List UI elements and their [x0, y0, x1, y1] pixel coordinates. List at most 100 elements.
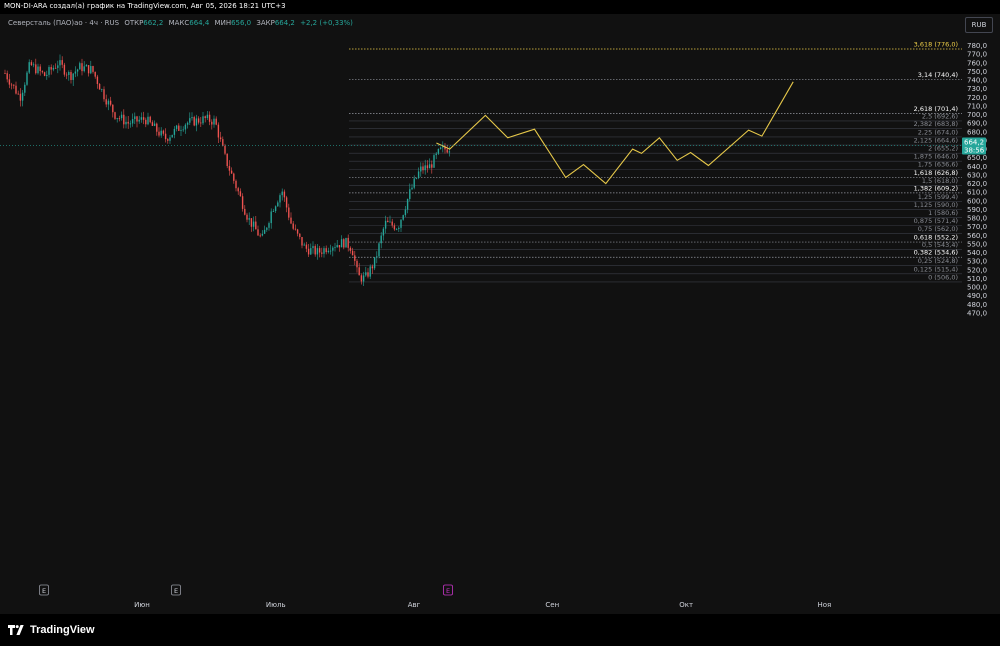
fib-level-label: 0,875 (571,4)	[914, 217, 958, 225]
candle-body	[272, 211, 275, 212]
candle-body	[151, 122, 154, 126]
candle-body	[250, 218, 253, 227]
tradingview-logo-icon	[8, 625, 26, 635]
change-value: +2,2 (+0,33%)	[300, 19, 353, 27]
candle-body	[233, 173, 235, 181]
candle-body	[215, 118, 217, 125]
candle-body	[354, 255, 356, 261]
time-tick-label: Окт	[679, 601, 693, 609]
candle-body	[208, 114, 211, 122]
candle-body	[261, 233, 264, 236]
candle-body	[162, 130, 165, 134]
low-value: 656,0	[231, 19, 252, 27]
candle-body	[325, 248, 327, 253]
candle-body	[428, 164, 431, 169]
candle-body	[382, 228, 385, 236]
candle-body	[222, 139, 224, 146]
candle-body	[217, 124, 220, 138]
fib-level-label: 0,75 (562,0)	[918, 225, 958, 233]
candle-body	[142, 117, 145, 120]
symbol-name[interactable]: Северсталь (ПАО)ао · 4ч · RUS	[8, 19, 119, 27]
fib-level-label: 0,382 (534,6)	[914, 249, 958, 257]
price-tick-label: 770,0	[967, 51, 987, 59]
fib-level-label: 0,125 (515,4)	[914, 265, 958, 273]
earnings-event-label: E	[446, 587, 450, 595]
candle-body	[263, 229, 266, 234]
candle-body	[237, 188, 239, 192]
candle-body	[351, 250, 354, 256]
candle-body	[37, 66, 39, 74]
time-axis[interactable]: Июн Июль Авг Сен Окт Ноя	[134, 601, 831, 609]
candle-body	[391, 221, 393, 226]
price-axis[interactable]: 780,0770,0760,0750,0740,0730,0720,0710,0…	[962, 14, 1000, 614]
candle-body	[417, 171, 420, 179]
candle-body	[131, 119, 134, 124]
price-tick-label: 620,0	[967, 180, 987, 188]
price-tick-label: 490,0	[967, 292, 987, 300]
candle-body	[380, 235, 382, 244]
close-value: 664,2	[274, 19, 295, 27]
candle-body	[266, 227, 268, 230]
projection-path[interactable]	[436, 81, 794, 185]
price-tick-label: 680,0	[967, 128, 987, 136]
candle-body	[248, 218, 250, 220]
candle-body	[41, 71, 44, 73]
candle-body	[96, 76, 99, 84]
candle-body	[178, 125, 180, 131]
fibonacci-extension[interactable]: 3,618 (776,0)3,14 (740,4)2,618 (701,4)2,…	[349, 41, 962, 283]
candle-body	[318, 248, 321, 253]
price-tick-label: 510,0	[967, 275, 987, 283]
candle-body	[175, 125, 178, 129]
candle-body	[81, 63, 83, 72]
candle-body	[433, 155, 435, 168]
fib-level-label: 2,382 (683,8)	[914, 120, 958, 128]
candle-body	[343, 239, 345, 248]
candle-body	[283, 191, 286, 198]
candle-body	[360, 275, 363, 282]
candle-body	[125, 121, 127, 125]
candle-body	[349, 247, 352, 251]
candle-body	[329, 250, 332, 252]
candle-body	[63, 64, 66, 75]
candle-body	[211, 121, 213, 125]
candle-body	[59, 60, 61, 66]
time-tick-label: Сен	[545, 601, 559, 609]
chart-pane[interactable]: 3,618 (776,0)3,14 (740,4)2,618 (701,4)2,…	[0, 14, 962, 615]
price-tick-label: 610,0	[967, 189, 987, 197]
candle-body	[307, 248, 310, 255]
candle-body	[15, 85, 17, 94]
open-label: ОТКР	[124, 19, 144, 27]
candle-body	[94, 71, 96, 77]
candle-body	[32, 64, 35, 66]
candle-body	[409, 189, 411, 199]
candle-body	[274, 206, 277, 212]
price-tick-label: 750,0	[967, 68, 987, 76]
candle-body	[323, 248, 325, 254]
candle-body	[213, 118, 215, 125]
candle-body	[448, 151, 451, 153]
price-tick-label: 590,0	[967, 206, 987, 214]
candle-body	[101, 89, 103, 91]
candle-body	[54, 67, 57, 69]
candle-body	[109, 100, 112, 105]
fib-level-label: 2,25 (674,0)	[918, 128, 958, 136]
candle-body	[105, 99, 107, 105]
candle-body	[19, 93, 22, 101]
candle-body	[230, 170, 233, 174]
time-tick-label: Авг	[408, 601, 421, 609]
candle-body	[118, 118, 121, 119]
candle-body	[197, 118, 200, 123]
candle-body	[127, 121, 129, 124]
candle-body	[107, 100, 110, 105]
price-tick-label: 600,0	[967, 197, 987, 205]
candle-body	[402, 215, 404, 220]
candle-body	[65, 74, 68, 76]
candle-body	[255, 221, 257, 230]
candle-body	[10, 84, 13, 86]
price-tick-label: 720,0	[967, 94, 987, 102]
candle-body	[400, 219, 402, 228]
candle-body	[50, 67, 52, 70]
candle-body	[316, 248, 319, 255]
tradingview-logo[interactable]: TradingView	[8, 623, 95, 637]
candle-body	[369, 266, 371, 277]
